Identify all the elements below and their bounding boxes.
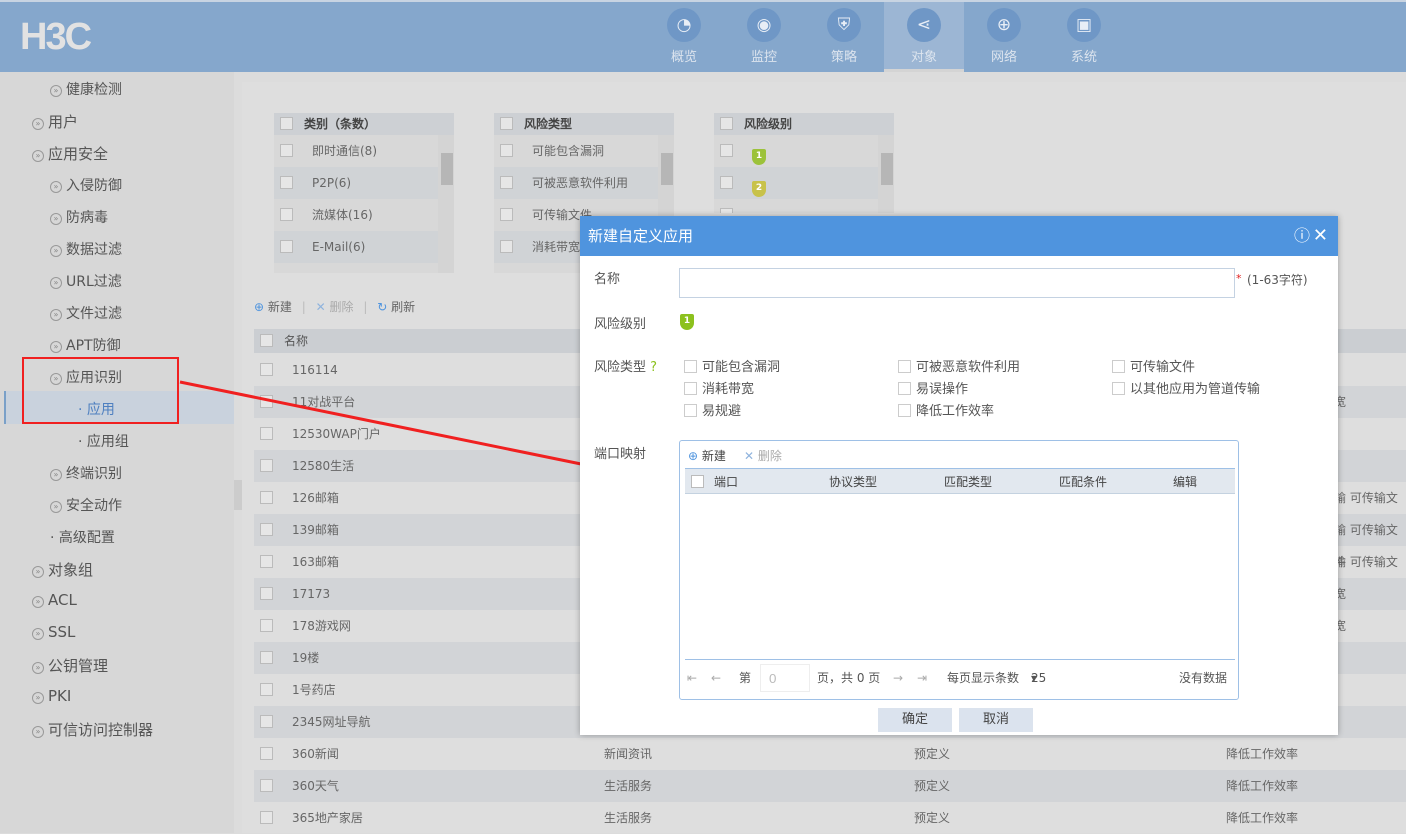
- close-icon[interactable]: ✕: [1313, 216, 1328, 256]
- last-page-icon[interactable]: ⇥: [917, 660, 927, 696]
- checkbox[interactable]: [898, 404, 911, 417]
- port-new-button[interactable]: ⊕ 新建: [688, 447, 726, 464]
- help-icon[interactable]: ?: [650, 360, 657, 375]
- prev-page-icon[interactable]: ←: [711, 660, 721, 696]
- checkbox[interactable]: [684, 404, 697, 417]
- risk-type-option[interactable]: 降低工作效率: [898, 400, 994, 419]
- x-icon: ✕: [744, 449, 755, 463]
- risk-type-option[interactable]: 易误操作: [898, 378, 968, 397]
- pagination: ⇤ ← 第 页，共 0 页 → ⇥ 每页显示条数 25 ▾ 没有数据: [685, 659, 1235, 693]
- risk-level-1-shield-icon[interactable]: 1: [680, 314, 694, 330]
- port-mapping-grid: ⊕ 新建 ✕ 删除 端口 协议类型 匹配类型 匹配条件 编辑 ⇤ ← 第 页，共…: [679, 440, 1239, 700]
- page-number-input[interactable]: [760, 664, 810, 692]
- first-page-icon[interactable]: ⇤: [687, 660, 697, 696]
- dialog-title: 新建自定义应用: [588, 227, 694, 245]
- port-table-header: 端口 协议类型 匹配类型 匹配条件 编辑: [685, 468, 1235, 494]
- per-page-select[interactable]: 25 ▾: [1031, 660, 1046, 696]
- risk-type-option[interactable]: 易规避: [684, 400, 741, 419]
- risk-type-option[interactable]: 可能包含漏洞: [684, 356, 780, 375]
- dialog-title-bar: 新建自定义应用 ⓘ ✕: [580, 216, 1338, 256]
- risk-type-option[interactable]: 消耗带宽: [684, 378, 754, 397]
- select-all-checkbox[interactable]: [691, 475, 704, 488]
- risk-level-label: 风险级别: [594, 317, 647, 332]
- checkbox[interactable]: [684, 382, 697, 395]
- risk-type-option[interactable]: 以其他应用为管道传输: [1112, 378, 1260, 397]
- plus-circle-icon: ⊕: [688, 449, 699, 463]
- help-icon[interactable]: ⓘ: [1294, 216, 1310, 256]
- cancel-button[interactable]: 取消: [959, 708, 1033, 732]
- risk-type-label: 风险类型 ?: [594, 360, 658, 375]
- next-page-icon[interactable]: →: [893, 660, 903, 696]
- checkbox[interactable]: [1112, 382, 1125, 395]
- port-mapping-label: 端口映射: [594, 447, 647, 462]
- no-data-text: 没有数据: [1179, 671, 1228, 685]
- port-delete-button[interactable]: ✕ 删除: [744, 447, 782, 464]
- risk-type-option[interactable]: 可被恶意软件利用: [898, 356, 1020, 375]
- required-mark: *: [1236, 272, 1242, 285]
- name-input[interactable]: [679, 268, 1235, 298]
- checkbox[interactable]: [1112, 360, 1125, 373]
- checkbox[interactable]: [898, 360, 911, 373]
- new-custom-app-dialog: 新建自定义应用 ⓘ ✕ 名称 * (1-63字符) 风险级别 1 风险类型 ? …: [580, 216, 1338, 735]
- checkbox[interactable]: [898, 382, 911, 395]
- risk-type-option[interactable]: 可传输文件: [1112, 356, 1195, 375]
- checkbox[interactable]: [684, 360, 697, 373]
- name-label: 名称: [594, 272, 621, 287]
- ok-button[interactable]: 确定: [878, 708, 952, 732]
- name-hint: (1-63字符): [1247, 273, 1308, 287]
